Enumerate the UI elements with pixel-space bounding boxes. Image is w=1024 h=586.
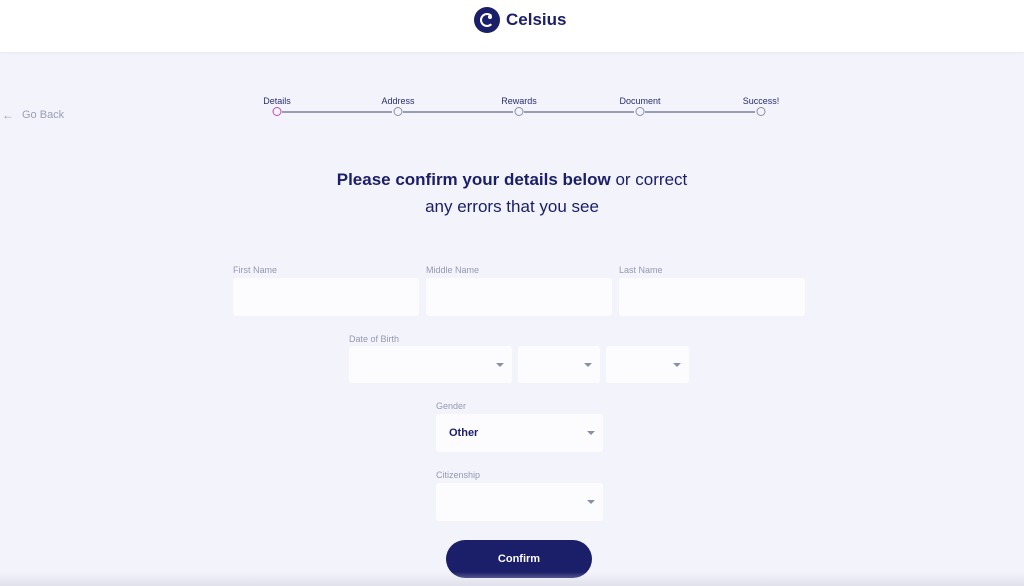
heading-bold: Please confirm your details below — [336, 170, 611, 189]
celsius-logo-icon — [474, 7, 500, 33]
step-label-details: Details — [263, 96, 291, 106]
step-connector — [403, 111, 513, 113]
last-name-input[interactable] — [619, 278, 805, 316]
step-dot-details — [272, 107, 282, 116]
first-name-input[interactable] — [233, 278, 419, 316]
celsius-logo[interactable]: Celsius — [474, 6, 566, 34]
middle-name-input[interactable] — [426, 278, 612, 316]
step-label-success: Success! — [742, 96, 780, 106]
step-label-document: Document — [619, 96, 661, 106]
progress-stepper: Details Address Rewards Document Success… — [0, 94, 1024, 124]
citizenship-label: Citizenship — [436, 470, 481, 480]
step-dot-success — [756, 107, 766, 116]
step-dot-address — [393, 107, 403, 116]
gender-value: Other — [449, 427, 479, 439]
chevron-down-icon — [587, 500, 595, 504]
chevron-down-icon — [673, 362, 681, 367]
chevron-down-icon — [496, 362, 504, 367]
gender-label: Gender — [436, 401, 467, 411]
last-name-label: Last Name — [619, 265, 663, 275]
page-heading: Please confirm your details below or cor… — [0, 166, 1024, 220]
step-connector — [524, 111, 634, 113]
brand-name: Celsius — [506, 10, 567, 29]
dob-month-select[interactable] — [349, 346, 512, 383]
heading-line2: any errors that you see — [425, 197, 599, 216]
middle-name-label: Middle Name — [426, 265, 480, 275]
step-label-address: Address — [381, 96, 415, 106]
dob-label: Date of Birth — [349, 334, 400, 344]
step-dot-document — [635, 107, 645, 116]
citizenship-select[interactable] — [436, 483, 603, 521]
chevron-down-icon — [584, 362, 592, 367]
step-label-rewards: Rewards — [501, 96, 537, 106]
top-header: Celsius — [0, 0, 1024, 52]
step-connector — [645, 111, 755, 113]
bottom-fade — [0, 572, 1024, 586]
heading-rest: or correct — [615, 170, 688, 189]
step-dot-rewards — [514, 107, 524, 116]
dob-day-select[interactable] — [518, 346, 600, 383]
step-connector — [282, 111, 392, 113]
gender-select[interactable]: Other — [436, 414, 603, 452]
first-name-label: First Name — [233, 265, 278, 275]
dob-year-select[interactable] — [606, 346, 689, 383]
chevron-down-icon — [587, 431, 595, 435]
